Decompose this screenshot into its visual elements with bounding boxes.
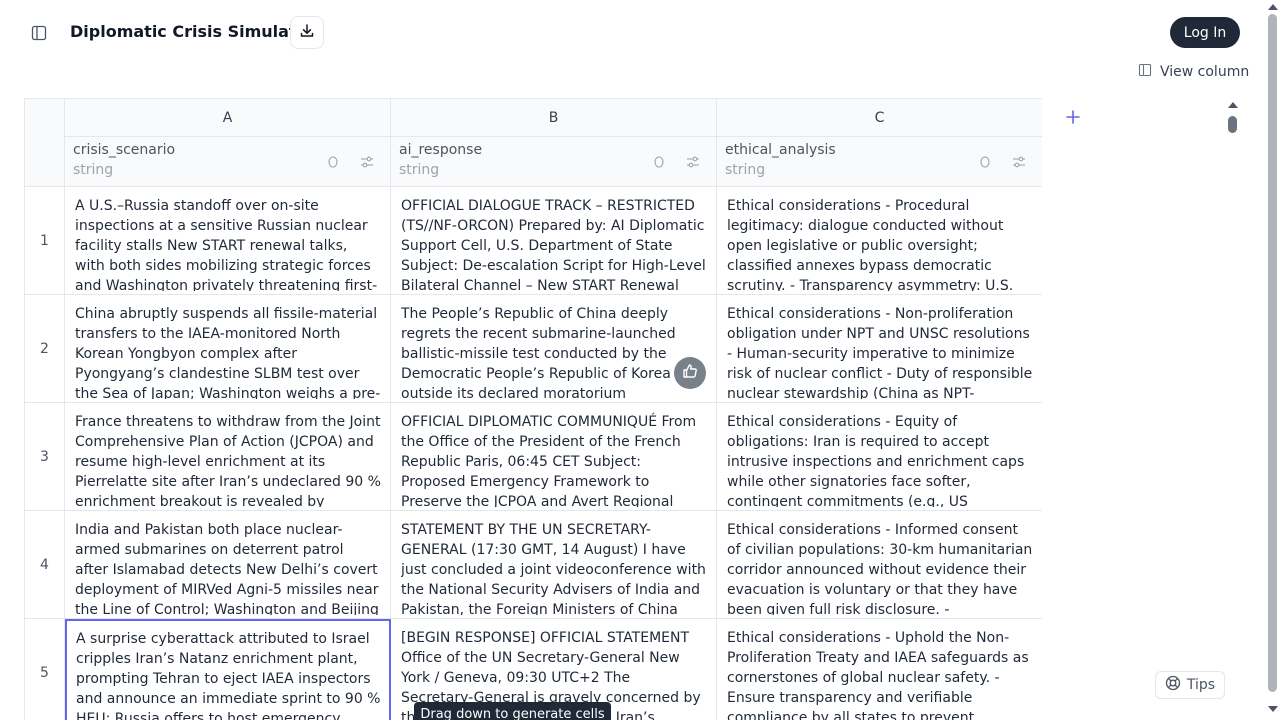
column-header-b[interactable]: ai_response string	[391, 137, 717, 187]
column-info-icon[interactable]	[651, 154, 667, 170]
like-button[interactable]	[674, 357, 706, 389]
table-cell[interactable]: Ethical considerations - Procedural legi…	[717, 187, 1042, 295]
table-cell[interactable]: India and Pakistan both place nuclear-ar…	[65, 511, 391, 619]
column-name: ethical_analysis	[725, 142, 836, 158]
row-number[interactable]: 1	[25, 187, 65, 295]
table-cell[interactable]: France threatens to withdraw from the Jo…	[65, 403, 391, 511]
top-bar: Diplomatic Crisis Simulator Log In	[0, 0, 1280, 64]
column-type: string	[73, 162, 114, 178]
lifebuoy-icon	[1165, 675, 1181, 695]
cell-text: OFFICIAL DIPLOMATIC COMMUNIQUÉ From the …	[401, 414, 697, 507]
login-button[interactable]: Log In	[1170, 17, 1240, 48]
cell-text: Ethical considerations - Equity of oblig…	[727, 414, 1025, 507]
page-scroll-up-arrow-icon[interactable]	[1268, 4, 1278, 10]
cell-text: Ethical considerations - Informed consen…	[727, 522, 1033, 615]
add-column-button[interactable]	[1064, 108, 1082, 126]
cell-text: India and Pakistan both place nuclear-ar…	[75, 522, 379, 615]
column-name: ai_response	[399, 142, 483, 158]
column-settings-icon[interactable]	[685, 154, 701, 170]
view-column-label: View column	[1160, 64, 1250, 80]
grid-scroll-thumb[interactable]	[1228, 116, 1237, 133]
cell-text: The People’s Republic of China deeply re…	[401, 306, 676, 399]
grid-corner	[25, 99, 65, 187]
table-cell[interactable]: Ethical considerations - Uphold the Non-…	[717, 619, 1042, 720]
page-scroll-down-arrow-icon[interactable]	[1268, 706, 1278, 712]
view-column-icon	[1138, 63, 1152, 81]
column-settings-icon[interactable]	[1011, 154, 1027, 170]
download-icon	[299, 23, 315, 43]
table-cell[interactable]: OFFICIAL DIPLOMATIC COMMUNIQUÉ From the …	[391, 403, 717, 511]
row-number[interactable]: 4	[25, 511, 65, 619]
column-settings-icon[interactable]	[359, 154, 375, 170]
column-letter-b[interactable]: B	[391, 99, 717, 137]
tips-label: Tips	[1186, 677, 1216, 693]
download-button[interactable]	[290, 16, 324, 49]
table-cell[interactable]: Ethical considerations - Informed consen…	[717, 511, 1042, 619]
table-cell[interactable]: Ethical considerations - Non-proliferati…	[717, 295, 1042, 403]
selected-table-cell[interactable]: A surprise cyberattack attributed to Isr…	[65, 619, 391, 720]
row-number[interactable]: 5	[25, 619, 65, 720]
table-cell[interactable]: China abruptly suspends all fissile-mate…	[65, 295, 391, 403]
cell-text: China abruptly suspends all fissile-mate…	[75, 306, 381, 399]
column-info-icon[interactable]	[977, 154, 993, 170]
row-number[interactable]: 3	[25, 403, 65, 511]
row-number[interactable]: 2	[25, 295, 65, 403]
scroll-up-arrow-icon[interactable]	[1228, 102, 1238, 108]
app-title: Diplomatic Crisis Simulator	[70, 22, 316, 41]
table-cell[interactable]: OFFICIAL DIALOGUE TRACK – RESTRICTED (TS…	[391, 187, 717, 295]
column-letter-a[interactable]: A	[65, 99, 391, 137]
table-cell[interactable]: A U.S.–Russia standoff over on-site insp…	[65, 187, 391, 295]
cell-text: A surprise cyberattack attributed to Isr…	[76, 631, 381, 720]
cell-text: A U.S.–Russia standoff over on-site insp…	[75, 198, 378, 291]
table-cell[interactable]: Ethical considerations - Equity of oblig…	[717, 403, 1042, 511]
cell-text: Ethical considerations - Uphold the Non-…	[727, 630, 1029, 720]
cell-text: France threatens to withdraw from the Jo…	[75, 414, 381, 507]
tips-button[interactable]: Tips	[1155, 671, 1225, 699]
column-type: string	[725, 162, 766, 178]
column-info-icon[interactable]	[325, 154, 341, 170]
page-scroll-thumb[interactable]	[1268, 14, 1277, 692]
cell-text: STATEMENT BY THE UN SECRETARY-GENERAL (1…	[401, 522, 706, 615]
table-cell[interactable]: The People’s Republic of China deeply re…	[391, 295, 717, 403]
column-header-c[interactable]: ethical_analysis string	[717, 137, 1042, 187]
cell-text: Ethical considerations - Non-proliferati…	[727, 306, 1033, 399]
cell-text: Ethical considerations - Procedural legi…	[727, 198, 1014, 291]
view-column-button[interactable]: View column	[1138, 62, 1249, 82]
sidebar-toggle-icon[interactable]	[26, 20, 52, 46]
grid-scrollbar[interactable]	[1224, 100, 1240, 720]
drag-tooltip: Drag down to generate cells	[414, 702, 611, 720]
column-header-a[interactable]: crisis_scenario string	[65, 137, 391, 187]
column-letter-c[interactable]: C	[717, 99, 1042, 137]
column-type: string	[399, 162, 440, 178]
thumbs-up-icon	[682, 363, 698, 383]
cell-text: OFFICIAL DIALOGUE TRACK – RESTRICTED (TS…	[401, 198, 706, 291]
plus-icon	[1066, 105, 1080, 129]
table-cell[interactable]: STATEMENT BY THE UN SECRETARY-GENERAL (1…	[391, 511, 717, 619]
data-grid: A B C crisis_scenario string ai_response…	[24, 98, 1042, 720]
column-name: crisis_scenario	[73, 142, 176, 158]
